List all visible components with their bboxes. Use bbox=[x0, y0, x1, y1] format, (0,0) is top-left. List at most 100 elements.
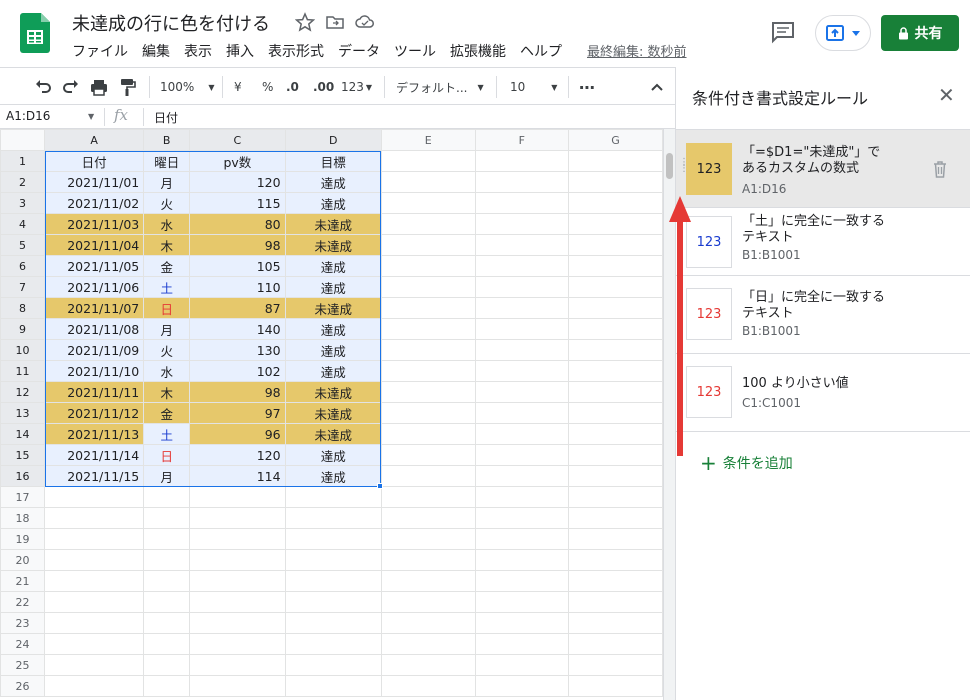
grid-cell[interactable] bbox=[284, 549, 382, 571]
grid-cell[interactable]: 土 bbox=[143, 423, 191, 445]
name-box[interactable]: A1:D16 bbox=[6, 109, 98, 123]
more-formats-select[interactable]: 123 ▼ bbox=[341, 77, 372, 97]
grid-cell[interactable] bbox=[568, 654, 663, 676]
last-edit-link[interactable]: 最終編集: 数秒前 bbox=[587, 41, 687, 60]
grid-cell[interactable] bbox=[143, 507, 191, 529]
grid-cell[interactable] bbox=[474, 213, 570, 235]
font-select[interactable]: デフォルト... ▼ bbox=[396, 77, 484, 97]
grid-cell[interactable]: 2021/11/10 bbox=[43, 360, 145, 382]
row-header[interactable]: 7 bbox=[0, 276, 45, 298]
menu-data[interactable]: データ bbox=[338, 41, 380, 61]
grid-cell[interactable] bbox=[568, 507, 663, 529]
grid-cell[interactable] bbox=[380, 171, 476, 193]
grid-cell[interactable]: 達成 bbox=[284, 171, 382, 193]
decrease-decimal-button[interactable]: .0 bbox=[286, 77, 299, 97]
column-header[interactable]: B bbox=[143, 129, 191, 151]
row-header[interactable]: 17 bbox=[0, 486, 45, 508]
scrollbar-thumb[interactable] bbox=[666, 153, 673, 179]
add-rule-button[interactable]: + 条件を追加 bbox=[700, 451, 793, 475]
menu-file[interactable]: ファイル bbox=[72, 41, 128, 61]
grid-cell[interactable]: 2021/11/12 bbox=[43, 402, 145, 424]
grid-cell[interactable]: 達成 bbox=[284, 255, 382, 277]
row-header[interactable]: 4 bbox=[0, 213, 45, 235]
grid-cell[interactable] bbox=[189, 507, 286, 529]
grid-cell[interactable] bbox=[380, 528, 476, 550]
grid-cell[interactable]: 未達成 bbox=[284, 423, 382, 445]
grid-cell[interactable]: 月 bbox=[143, 171, 191, 193]
row-header[interactable]: 11 bbox=[0, 360, 45, 382]
grid-cell[interactable] bbox=[43, 570, 145, 592]
grid-cell[interactable] bbox=[474, 465, 570, 487]
row-header[interactable]: 19 bbox=[0, 528, 45, 550]
grid-cell[interactable]: 日 bbox=[143, 297, 191, 319]
menu-format[interactable]: 表示形式 bbox=[268, 41, 324, 61]
grid-cell[interactable] bbox=[568, 255, 663, 277]
grid-cell[interactable] bbox=[143, 528, 191, 550]
grid-cell[interactable] bbox=[143, 612, 191, 634]
row-header[interactable]: 21 bbox=[0, 570, 45, 592]
grid-cell[interactable] bbox=[568, 591, 663, 613]
grid-cell[interactable]: 月 bbox=[143, 318, 191, 340]
grid-cell[interactable] bbox=[380, 255, 476, 277]
rule-item-3[interactable]: 123 「日」に完全に一致するテキスト B1:B1001 bbox=[676, 276, 970, 354]
grid-cell[interactable] bbox=[143, 654, 191, 676]
grid-cell[interactable] bbox=[189, 675, 286, 697]
grid-cell[interactable]: 2021/11/11 bbox=[43, 381, 145, 403]
grid-cell[interactable] bbox=[474, 402, 570, 424]
grid-cell[interactable]: 114 bbox=[189, 465, 286, 487]
grid-cell[interactable] bbox=[474, 318, 570, 340]
grid-cell[interactable] bbox=[284, 591, 382, 613]
row-header[interactable]: 9 bbox=[0, 318, 45, 340]
grid-cell[interactable] bbox=[380, 297, 476, 319]
grid-cell[interactable]: 105 bbox=[189, 255, 286, 277]
document-title[interactable]: 未達成の行に色を付ける bbox=[72, 10, 270, 36]
comment-history-icon[interactable] bbox=[770, 20, 796, 44]
grid-cell[interactable]: 2021/11/09 bbox=[43, 339, 145, 361]
grid-cell[interactable] bbox=[143, 591, 191, 613]
formula-input[interactable]: 日付 bbox=[154, 109, 178, 126]
grid-cell[interactable] bbox=[568, 297, 663, 319]
undo-icon[interactable] bbox=[34, 77, 52, 97]
grid-cell[interactable]: 木 bbox=[143, 234, 191, 256]
grid-cell[interactable] bbox=[43, 654, 145, 676]
grid-cell[interactable]: 96 bbox=[189, 423, 286, 445]
grid-cell[interactable] bbox=[474, 297, 570, 319]
grid-cell[interactable]: 2021/11/14 bbox=[43, 444, 145, 466]
grid-cell[interactable] bbox=[474, 234, 570, 256]
grid-cell[interactable] bbox=[380, 360, 476, 382]
grid-cell[interactable]: 目標 bbox=[284, 150, 382, 172]
grid-cell[interactable] bbox=[43, 633, 145, 655]
grid-cell[interactable]: 102 bbox=[189, 360, 286, 382]
close-icon[interactable]: ✕ bbox=[938, 85, 955, 105]
cloud-saved-icon[interactable] bbox=[355, 12, 375, 32]
zoom-select[interactable]: 100% ▼ bbox=[160, 77, 214, 97]
grid-cell[interactable] bbox=[380, 675, 476, 697]
grid-cell[interactable] bbox=[284, 507, 382, 529]
grid-cell[interactable] bbox=[380, 150, 476, 172]
spreadsheet-grid[interactable]: ABCDEFG 1 日付 曜日 pv数 目標 2 2021/11/01 月 120 達成 3 2021… bbox=[0, 129, 663, 700]
grid-cell[interactable] bbox=[380, 633, 476, 655]
row-header[interactable]: 13 bbox=[0, 402, 45, 424]
column-header[interactable]: E bbox=[380, 129, 476, 151]
grid-cell[interactable]: 2021/11/02 bbox=[43, 192, 145, 214]
grid-cell[interactable] bbox=[568, 213, 663, 235]
grid-cell[interactable]: 2021/11/06 bbox=[43, 276, 145, 298]
grid-cell[interactable] bbox=[380, 318, 476, 340]
grid-cell[interactable] bbox=[380, 381, 476, 403]
grid-cell[interactable] bbox=[380, 339, 476, 361]
present-button[interactable] bbox=[815, 15, 871, 51]
print-icon[interactable] bbox=[90, 77, 108, 97]
grid-cell[interactable]: 2021/11/08 bbox=[43, 318, 145, 340]
grid-cell[interactable] bbox=[143, 675, 191, 697]
grid-cell[interactable] bbox=[284, 675, 382, 697]
grid-cell[interactable] bbox=[568, 570, 663, 592]
grid-cell[interactable] bbox=[380, 465, 476, 487]
grid-cell[interactable] bbox=[568, 150, 663, 172]
grid-cell[interactable]: 達成 bbox=[284, 276, 382, 298]
grid-cell[interactable] bbox=[474, 549, 570, 571]
redo-icon[interactable] bbox=[62, 77, 80, 97]
grid-cell[interactable]: 80 bbox=[189, 213, 286, 235]
grid-cell[interactable] bbox=[568, 675, 663, 697]
grid-cell[interactable] bbox=[474, 171, 570, 193]
grid-cell[interactable] bbox=[380, 402, 476, 424]
